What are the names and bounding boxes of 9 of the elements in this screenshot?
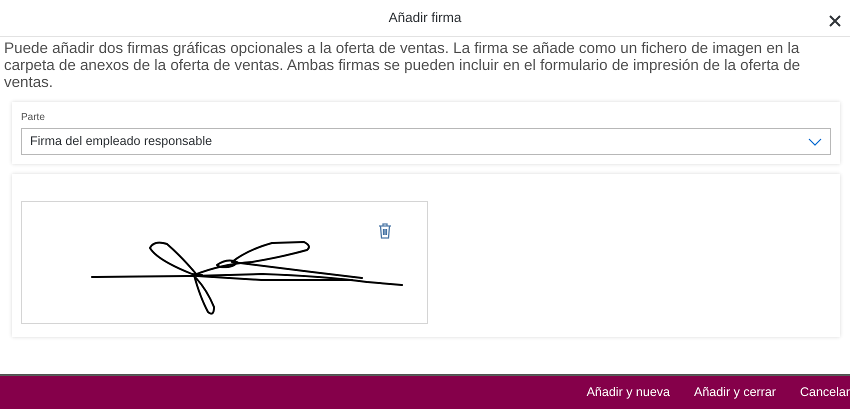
party-select[interactable]: Firma del empleado responsable bbox=[21, 128, 831, 155]
description-text: Puede añadir dos firmas gráficas opcionales a la oferta de ventas. La firma se añade como un fichero de imagen en la carpeta de anexos de la oferta de ventas. Ambas firmas se pueden incluir en el formulario de impresión de la oferta de ventas. bbox=[3, 39, 802, 91]
chevron-down-icon bbox=[808, 138, 822, 146]
trash-icon[interactable] bbox=[378, 223, 392, 239]
footer-button[interactable]: Añadir y nueva bbox=[586, 383, 670, 402]
field-label: Parte bbox=[21, 111, 46, 125]
footer-button[interactable]: Añadir y cerrar bbox=[694, 383, 776, 402]
footer-button[interactable]: Cancelar bbox=[800, 383, 850, 402]
dialog-title: Añadir firma bbox=[388, 8, 462, 27]
